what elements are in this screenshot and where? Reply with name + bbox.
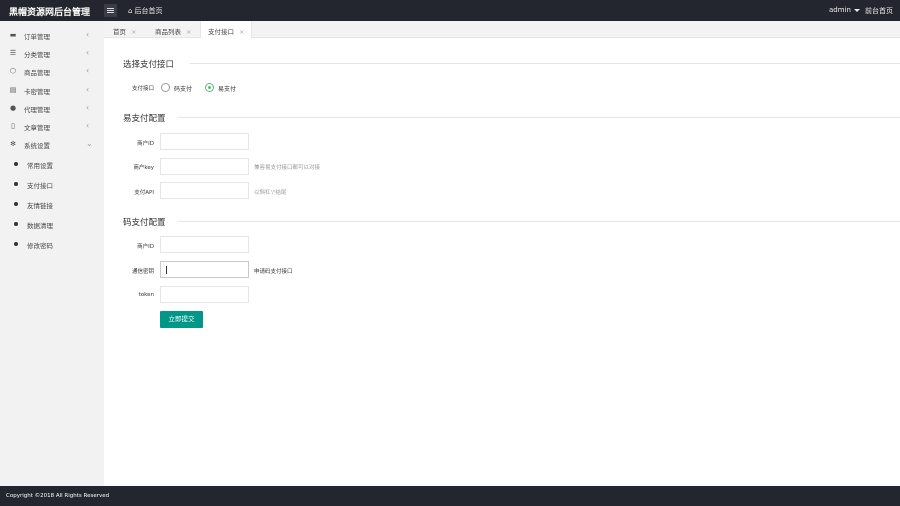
radio-label-epay[interactable]: 易支付 xyxy=(218,84,236,93)
sidebar-subitem-label: 常用设置 xyxy=(27,162,53,170)
bullet-icon xyxy=(14,242,18,246)
sidebar-item-label: 文章管理 xyxy=(24,124,50,132)
sidebar-item-settings[interactable]: ✻ 系统设置 ⌄ xyxy=(0,135,104,153)
sidebar-subitem-general[interactable]: 常用设置 xyxy=(0,154,104,174)
section-divider xyxy=(178,221,900,222)
sidebar-subitem-label: 支付接口 xyxy=(27,182,53,190)
sidebar-item-agents[interactable]: ● 代理管理 ‹ xyxy=(0,99,104,117)
backend-home-label: 后台首页 xyxy=(134,7,163,15)
sidebar-item-label: 订单管理 xyxy=(24,33,50,41)
close-icon[interactable]: × xyxy=(239,28,244,36)
sidebar-subitem-label: 修改密码 xyxy=(27,242,53,250)
chevron-left-icon: ‹ xyxy=(86,103,90,112)
tab-label: 首页 xyxy=(113,28,126,36)
sidebar-item-products[interactable]: ⬡ 商品管理 ‹ xyxy=(0,62,104,80)
chevron-left-icon: ‹ xyxy=(86,66,90,75)
tab-label: 支付接口 xyxy=(208,28,234,36)
tab-payment[interactable]: 支付接口 × xyxy=(200,21,253,39)
sidebar-item-label: 卡密管理 xyxy=(24,88,50,96)
epay-api-input[interactable] xyxy=(160,182,249,199)
list-icon: ☰ xyxy=(9,49,17,57)
chevron-left-icon: ‹ xyxy=(86,85,90,94)
bullet-icon xyxy=(14,162,18,166)
codepay-secret-hint[interactable]: 申请码支付接口 xyxy=(254,267,293,275)
box-icon: ⬡ xyxy=(9,67,17,75)
username: admin xyxy=(829,6,851,14)
sidebar-subitem-password[interactable]: 修改密码 xyxy=(0,234,104,254)
field-label-epay-merchant-key: 商户key xyxy=(133,165,154,171)
close-icon[interactable]: × xyxy=(186,28,191,36)
chevron-left-icon: ‹ xyxy=(86,30,90,39)
sidebar-item-label: 商品管理 xyxy=(24,69,50,77)
top-bar: 黑帽资源网后台管理 ⌂ 后台首页 admin 前台首页 xyxy=(0,0,900,21)
close-icon[interactable]: × xyxy=(131,28,136,36)
bullet-icon xyxy=(14,202,18,206)
user-menu[interactable]: admin xyxy=(829,6,860,14)
epay-api-hint: 以斜杠'/'结尾 xyxy=(254,190,287,196)
sidebar: ▬ 订单管理 ‹ ☰ 分类管理 ‹ ⬡ 商品管理 ‹ ▤ 卡密管理 ‹ ● 代理… xyxy=(0,21,104,486)
field-label-codepay-token: token xyxy=(138,292,154,298)
section-title-codepay-config: 码支付配置 xyxy=(123,218,166,228)
field-label-payment: 支付接口 xyxy=(131,86,154,92)
tab-product-list[interactable]: 商品列表 × xyxy=(155,21,191,38)
section-divider xyxy=(178,117,900,118)
sidebar-item-label: 代理管理 xyxy=(24,106,50,114)
field-label-epay-merchant-id: 商户ID xyxy=(137,141,154,147)
site-logo[interactable]: 黑帽资源网后台管理 xyxy=(9,5,90,18)
field-label-codepay-merchant-id: 商户ID xyxy=(137,244,154,250)
codepay-merchant-id-input[interactable] xyxy=(160,236,249,253)
sidebar-item-articles[interactable]: ▯ 文章管理 ‹ xyxy=(0,117,104,135)
bullet-icon xyxy=(14,182,18,186)
card-icon: ▬ xyxy=(9,31,17,39)
main-content: 选择支付接口 支付接口 码支付 易支付 易支付配置 商户ID 商户key 兼容易… xyxy=(104,38,900,486)
sidebar-item-label: 系统设置 xyxy=(24,142,50,150)
chevron-left-icon: ‹ xyxy=(86,48,90,57)
text-cursor xyxy=(166,266,167,274)
tab-home[interactable]: 首页 × xyxy=(113,21,136,38)
home-icon: ⌂ xyxy=(128,7,133,15)
radio-codepay[interactable] xyxy=(161,83,170,92)
codepay-token-input[interactable] xyxy=(160,286,249,303)
copyright-text: Copyright ©2018 All Rights Reserved xyxy=(6,493,110,499)
sidebar-item-categories[interactable]: ☰ 分类管理 ‹ xyxy=(0,44,104,62)
epay-merchant-id-input[interactable] xyxy=(160,133,249,150)
section-title-select-payment: 选择支付接口 xyxy=(123,60,175,70)
codepay-secret-input[interactable] xyxy=(160,261,249,278)
radio-epay[interactable] xyxy=(205,83,214,92)
field-label-epay-api: 支付API xyxy=(134,190,154,196)
tab-bar: 首页 × 商品列表 × 支付接口 × xyxy=(104,21,900,39)
backend-home-link[interactable]: ⌂ 后台首页 xyxy=(128,6,162,16)
field-label-codepay-secret: 通信密钥 xyxy=(131,269,154,275)
document-icon: ▯ xyxy=(11,122,15,130)
section-divider xyxy=(190,63,900,64)
menu-icon-line xyxy=(107,12,114,13)
epay-merchant-key-input[interactable] xyxy=(160,158,249,175)
caret-down-icon xyxy=(853,8,860,12)
settings-icon: ✻ xyxy=(10,140,16,148)
sidebar-subitem-links[interactable]: 友情链接 xyxy=(0,194,104,214)
section-title-epay-config: 易支付配置 xyxy=(123,114,166,124)
epay-merchant-key-hint: 兼容易支付接口都可以对接 xyxy=(254,165,321,171)
chevron-down-icon: ⌄ xyxy=(86,139,93,148)
menu-toggle-button[interactable] xyxy=(104,4,117,17)
chevron-left-icon: ‹ xyxy=(86,121,90,130)
tab-label: 商品列表 xyxy=(155,28,181,36)
users-icon: ● xyxy=(9,104,17,112)
menu-icon-line xyxy=(107,10,114,11)
key-icon: ▤ xyxy=(9,86,17,94)
sidebar-item-orders[interactable]: ▬ 订单管理 ‹ xyxy=(0,26,104,44)
sidebar-subitem-payment[interactable]: 支付接口 xyxy=(0,174,104,194)
menu-icon xyxy=(107,8,114,9)
frontend-home-link[interactable]: 前台首页 xyxy=(865,6,893,16)
sidebar-item-label: 分类管理 xyxy=(24,51,50,59)
submit-button[interactable]: 立即提交 xyxy=(160,311,203,328)
sidebar-item-card-keys[interactable]: ▤ 卡密管理 ‹ xyxy=(0,81,104,99)
sidebar-subitem-label: 友情链接 xyxy=(27,202,53,210)
sidebar-subitem-data-cleanup[interactable]: 数据清理 xyxy=(0,214,104,234)
sidebar-subitem-label: 数据清理 xyxy=(27,222,53,230)
bullet-icon xyxy=(14,222,18,226)
radio-label-codepay[interactable]: 码支付 xyxy=(174,84,192,93)
footer: Copyright ©2018 All Rights Reserved xyxy=(0,486,900,506)
